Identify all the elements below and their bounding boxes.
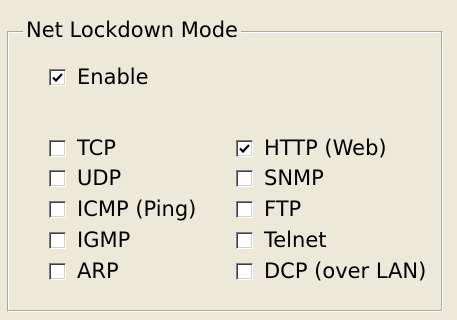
tcp-label: TCP	[77, 136, 116, 160]
snmp-label: SNMP	[264, 166, 324, 190]
checkbox-box-icon	[49, 139, 66, 157]
ftp-label: FTP	[264, 197, 302, 221]
checkmark-icon	[52, 72, 63, 82]
enable-checkbox[interactable]: Enable	[49, 64, 149, 90]
checkbox-box-icon	[236, 139, 253, 157]
dcp-checkbox[interactable]: DCP (over LAN)	[236, 258, 426, 284]
checkbox-box-icon	[49, 231, 66, 249]
icmp-checkbox[interactable]: ICMP (Ping)	[49, 196, 196, 222]
udp-label: UDP	[77, 166, 122, 190]
telnet-label: Telnet	[264, 228, 327, 252]
telnet-checkbox[interactable]: Telnet	[236, 227, 326, 253]
ftp-checkbox[interactable]: FTP	[236, 196, 301, 222]
checkbox-box-icon	[236, 169, 253, 187]
igmp-checkbox[interactable]: IGMP	[49, 227, 130, 253]
arp-label: ARP	[77, 259, 119, 283]
checkbox-box-icon	[236, 231, 253, 249]
http-label: HTTP (Web)	[264, 136, 387, 160]
dcp-label: DCP (over LAN)	[264, 259, 427, 283]
group-title: Net Lockdown Mode	[23, 17, 241, 43]
igmp-label: IGMP	[77, 228, 131, 252]
checkbox-box-icon	[236, 262, 253, 280]
snmp-checkbox[interactable]: SNMP	[236, 165, 324, 191]
enable-label: Enable	[77, 65, 149, 89]
checkbox-box-icon	[49, 169, 66, 187]
checkmark-icon	[239, 143, 250, 153]
arp-checkbox[interactable]: ARP	[49, 258, 119, 284]
udp-checkbox[interactable]: UDP	[49, 165, 121, 191]
checkbox-box-icon	[49, 68, 66, 86]
checkbox-box-icon	[236, 200, 253, 218]
tcp-checkbox[interactable]: TCP	[49, 135, 116, 161]
http-checkbox[interactable]: HTTP (Web)	[236, 135, 387, 161]
checkbox-box-icon	[49, 262, 66, 280]
icmp-label: ICMP (Ping)	[77, 197, 197, 221]
checkbox-box-icon	[49, 200, 66, 218]
